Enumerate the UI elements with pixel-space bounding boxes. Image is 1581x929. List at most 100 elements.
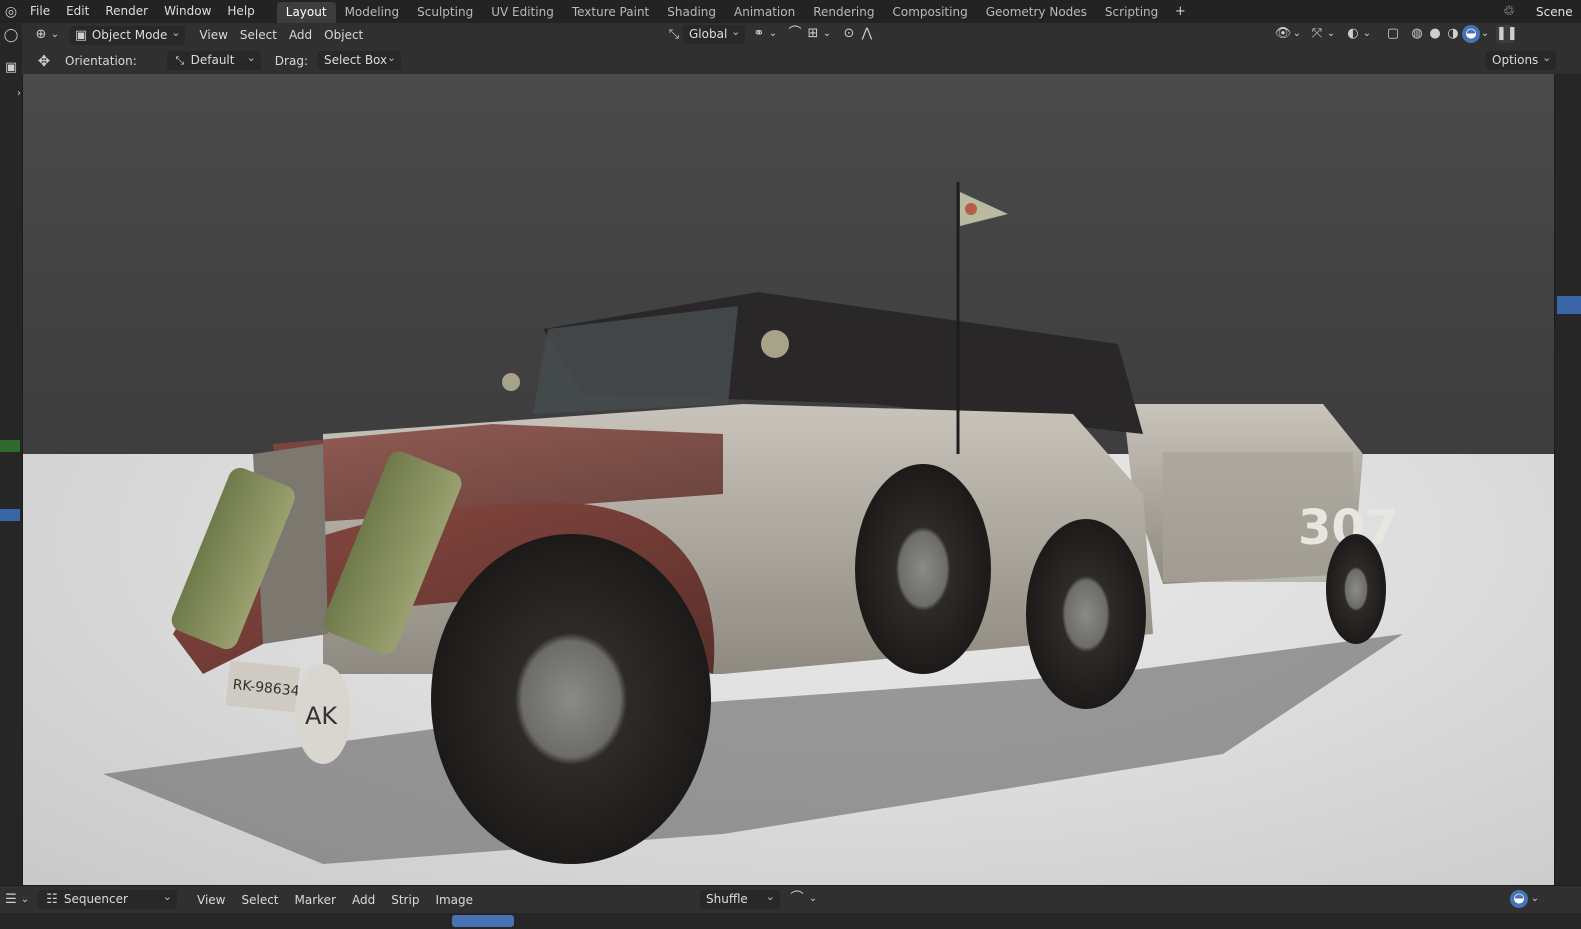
chevron-down-icon: ⌄ <box>1480 28 1490 39</box>
cursor-tool-icon[interactable]: ▣ <box>2 59 20 77</box>
sequencer-menu-strip[interactable]: Strip <box>383 890 427 910</box>
shuffle-dropdown[interactable]: Shuffle <box>700 887 780 909</box>
menu-help[interactable]: Help <box>219 0 262 23</box>
orientation-dropdown[interactable]: Global <box>683 22 746 44</box>
add-workspace-icon[interactable]: + <box>1171 3 1189 21</box>
viewport-menu-select[interactable]: Select <box>234 25 283 45</box>
tab-modeling[interactable]: Modeling <box>336 2 409 23</box>
chevron-down-icon: ⌄ <box>50 29 60 40</box>
blender-logo-icon[interactable]: ◎ <box>0 3 22 21</box>
move-tool-icon[interactable]: ✥ <box>35 52 53 70</box>
drag-label: Drag: <box>274 53 308 68</box>
viewport-menus: View Select Add Object <box>193 25 369 45</box>
viewport-header: ⊕ ⌄ ▣ Object Mode ViewSelectAddObject ⤡ … <box>22 22 1581 47</box>
menu-window[interactable]: Window <box>156 0 219 23</box>
chevron-down-icon: ⌄ <box>1326 28 1336 39</box>
tab-compositing[interactable]: Compositing <box>883 2 976 23</box>
orientation-default-dropdown[interactable]: ⤡ Default <box>166 48 261 70</box>
chevron-down-icon: ⌄ <box>808 893 818 904</box>
top-bar: ◎ File Edit Render Window Help Layout Modelin… <box>0 0 1581 23</box>
tool-settings-bar: ✥ Orientation: ⤡ Default Drag: Select Bo… <box>22 47 1581 74</box>
main-menu: File Edit Render Window Help <box>22 0 263 23</box>
overlays-icon[interactable]: ◐ <box>1344 25 1362 43</box>
tab-layout[interactable]: Layout <box>276 1 336 23</box>
snap-icon[interactable]: ⌒ <box>786 25 804 43</box>
object-mode-icon: ▣ <box>74 27 88 43</box>
sequencer-menus: View Select Marker Add Strip Image <box>189 890 481 910</box>
orientation-label: Orientation: <box>65 53 137 68</box>
pivot-point-icon[interactable]: ⚭ <box>750 25 768 43</box>
front-wheel <box>431 534 711 864</box>
editor-type-icon[interactable]: ☰ <box>2 891 20 909</box>
viewport-menu-add[interactable]: Add <box>283 25 318 45</box>
trailer-wheel <box>1326 534 1386 644</box>
sequencer-menu-select[interactable]: Select <box>233 890 286 910</box>
tab-geometry-nodes[interactable]: Geometry Nodes <box>977 2 1096 23</box>
options-dropdown[interactable]: Options <box>1486 48 1557 70</box>
chevron-down-icon: ⌄ <box>1362 28 1372 39</box>
tweak-tool-icon[interactable]: ◯ <box>2 27 20 45</box>
tab-texture-paint[interactable]: Texture Paint <box>563 2 658 23</box>
sidebar-tab[interactable] <box>1557 296 1581 314</box>
wireframe-shading-icon[interactable]: ◍ <box>1408 25 1426 43</box>
rear-wheel <box>855 464 991 674</box>
viewport-menu-view[interactable]: View <box>193 25 233 45</box>
drag-dropdown[interactable]: Select Box <box>317 48 402 70</box>
sequencer-menu-marker[interactable]: Marker <box>287 890 344 910</box>
sequencer-menu-view[interactable]: View <box>189 890 233 910</box>
proportional-edit-icon[interactable]: ⊙ <box>840 25 858 43</box>
chevron-down-icon: ⌄ <box>768 28 778 39</box>
scene-label: Scene <box>1536 4 1573 19</box>
sequencer-menu-image[interactable]: Image <box>427 890 481 910</box>
tab-shading[interactable]: Shading <box>658 2 725 23</box>
orientation-icon: ⤡ <box>668 26 680 42</box>
rear-wheel-2 <box>1026 519 1146 709</box>
gizmo-icon[interactable]: ⤧ <box>1308 25 1326 43</box>
playhead[interactable] <box>452 915 514 927</box>
viewport-menu-object[interactable]: Object <box>318 25 369 45</box>
timeline-ruler[interactable] <box>0 913 1581 929</box>
mode-dropdown[interactable]: ▣ Object Mode <box>70 23 186 45</box>
orientation-icon: ⤡ <box>175 54 185 67</box>
pause-icon[interactable]: ❚❚ <box>1496 25 1518 43</box>
rendered-shading-icon[interactable]: ◒ <box>1462 25 1480 43</box>
mirror-left <box>502 373 520 391</box>
tab-scripting[interactable]: Scripting <box>1096 2 1167 23</box>
menu-file[interactable]: File <box>22 0 58 23</box>
sequencer-header: ☰ ⌄ ☷ Sequencer ViewSelectMarkerAddStrip… <box>0 886 1581 913</box>
sequencer-menu-add[interactable]: Add <box>344 890 383 910</box>
snap-target-icon[interactable]: ⊞ <box>804 25 822 43</box>
mirror-right <box>761 330 789 358</box>
tab-sculpting[interactable]: Sculpting <box>408 2 482 23</box>
sequencer-editor-dropdown[interactable]: ☷ Sequencer <box>38 887 177 909</box>
transform-orientation[interactable]: ⤡ Global <box>665 22 746 44</box>
side-node-tag <box>0 440 20 452</box>
workspace-tabs: Layout Modeling Sculpting UV Editing Texture… <box>276 1 1168 23</box>
editor-type-icon[interactable]: ⊕ <box>32 26 50 44</box>
menu-render[interactable]: Render <box>97 0 156 23</box>
xray-icon[interactable]: ▢ <box>1384 25 1402 43</box>
sequencer-icon: ☷ <box>46 892 58 907</box>
chevron-down-icon: ⌄ <box>822 28 832 39</box>
side-node-tag <box>0 509 20 521</box>
overlay-icon[interactable]: ◒ <box>1510 890 1528 908</box>
chevron-down-icon: ⌄ <box>1530 893 1540 904</box>
tab-rendering[interactable]: Rendering <box>804 2 883 23</box>
snap-icon[interactable]: ⌒ <box>788 890 806 908</box>
falloff-icon[interactable]: ⋀ <box>858 25 876 43</box>
menu-edit[interactable]: Edit <box>58 0 97 23</box>
right-sidebar-strip <box>1555 74 1581 885</box>
tab-uv-editing[interactable]: UV Editing <box>482 2 563 23</box>
tab-animation[interactable]: Animation <box>725 2 804 23</box>
material-shading-icon[interactable]: ◑ <box>1444 25 1462 43</box>
chevron-down-icon: ⌄ <box>1292 28 1302 39</box>
vehicle-render: 307 RK-98634 AK <box>103 182 1403 864</box>
solid-shading-icon[interactable]: ● <box>1426 25 1444 43</box>
left-toolbar: ◯ ▣ › <box>0 23 22 885</box>
chevron-down-icon: ⌄ <box>20 893 30 905</box>
3d-viewport[interactable]: 307 RK-98634 AK <box>23 74 1554 885</box>
badge-text: AK <box>305 702 338 730</box>
scene-selector[interactable]: ♲ Scene <box>1500 0 1573 23</box>
visibility-icon[interactable]: 👁 <box>1274 25 1292 43</box>
scene-icon: ♲ <box>1503 3 1515 19</box>
